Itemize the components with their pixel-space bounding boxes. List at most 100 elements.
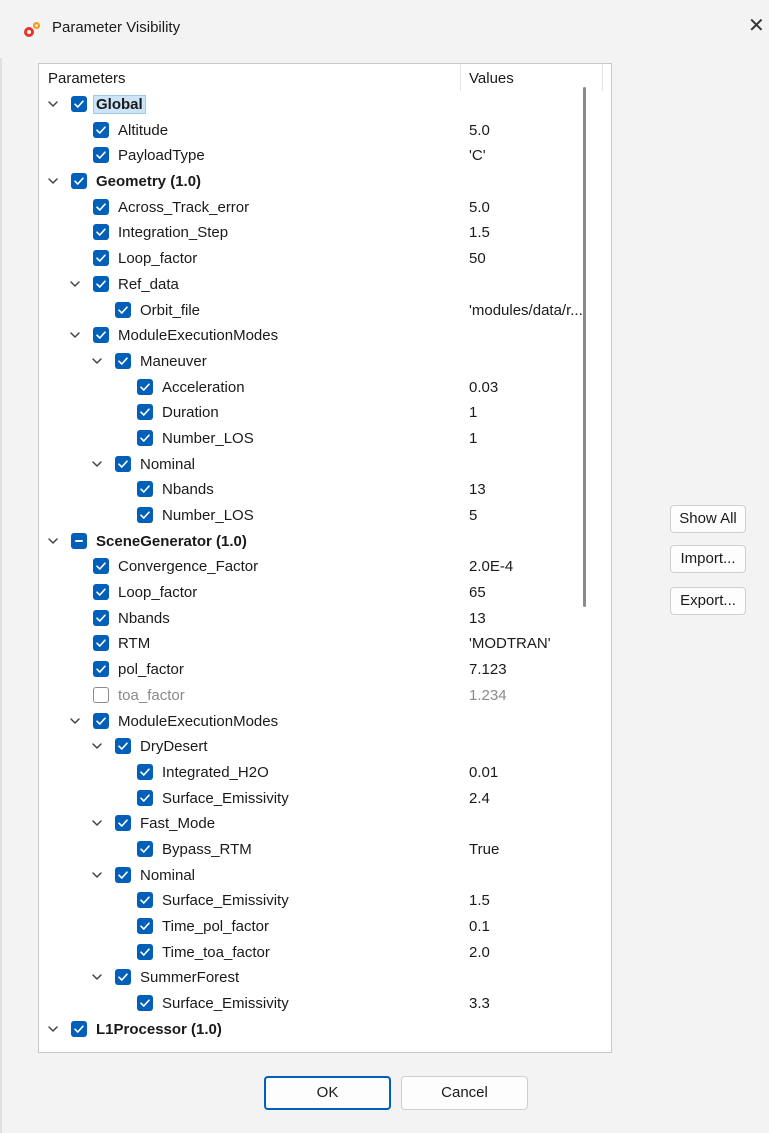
chevron-down-icon[interactable] bbox=[90, 739, 104, 753]
chevron-down-icon[interactable] bbox=[68, 328, 82, 342]
visibility-checkbox[interactable] bbox=[71, 532, 87, 549]
tree-row[interactable]: Fast_Mode bbox=[39, 811, 611, 837]
visibility-checkbox[interactable] bbox=[137, 378, 153, 395]
visibility-checkbox[interactable] bbox=[115, 455, 131, 472]
visibility-checkbox[interactable] bbox=[93, 661, 109, 678]
visibility-checkbox[interactable] bbox=[93, 609, 109, 626]
visibility-checkbox[interactable] bbox=[137, 995, 153, 1012]
tree-row[interactable]: toa_factor 1.234 bbox=[39, 683, 611, 709]
visibility-checkbox[interactable] bbox=[71, 96, 87, 112]
tree-row[interactable]: PayloadType 'C' bbox=[39, 143, 611, 169]
visibility-checkbox[interactable] bbox=[115, 815, 131, 832]
tree-row[interactable]: Surface_Emissivity 1.5 bbox=[39, 888, 611, 914]
visibility-checkbox[interactable] bbox=[137, 763, 153, 780]
visibility-checkbox[interactable] bbox=[93, 275, 109, 292]
visibility-checkbox[interactable] bbox=[93, 198, 109, 215]
tree-row[interactable]: Altitude 5.0 bbox=[39, 118, 611, 144]
tree-row[interactable]: pol_factor 7.123 bbox=[39, 657, 611, 683]
ok-button[interactable]: OK bbox=[264, 1076, 391, 1110]
chevron-down-icon[interactable] bbox=[46, 534, 60, 548]
tree-row[interactable]: Nbands 13 bbox=[39, 477, 611, 503]
tree-row[interactable]: ModuleExecutionModes bbox=[39, 323, 611, 349]
visibility-checkbox[interactable] bbox=[137, 429, 153, 446]
visibility-checkbox[interactable] bbox=[93, 712, 109, 729]
tree-row[interactable]: Global bbox=[39, 92, 611, 118]
tree-row[interactable]: Time_pol_factor 0.1 bbox=[39, 914, 611, 940]
visibility-checkbox[interactable] bbox=[93, 250, 109, 267]
visibility-checkbox[interactable] bbox=[137, 892, 153, 909]
tree-row[interactable]: Surface_Emissivity 2.4 bbox=[39, 786, 611, 812]
visibility-checkbox[interactable] bbox=[137, 481, 153, 498]
cancel-button[interactable]: Cancel bbox=[401, 1076, 528, 1110]
tree-row[interactable]: L1Processor (1.0) bbox=[39, 1017, 611, 1043]
tree-row[interactable]: Number_LOS 1 bbox=[39, 426, 611, 452]
tree-row[interactable]: Time_toa_factor 2.0 bbox=[39, 940, 611, 966]
visibility-checkbox[interactable] bbox=[71, 173, 87, 190]
visibility-checkbox[interactable] bbox=[93, 147, 109, 164]
visibility-checkbox[interactable] bbox=[93, 635, 109, 652]
visibility-checkbox[interactable] bbox=[137, 404, 153, 421]
close-icon[interactable]: ✕ bbox=[748, 16, 765, 36]
tree-row[interactable]: Integrated_H2O 0.01 bbox=[39, 760, 611, 786]
visibility-checkbox[interactable] bbox=[115, 352, 131, 369]
tree-row[interactable]: Loop_factor 65 bbox=[39, 580, 611, 606]
tree-row[interactable]: Number_LOS 5 bbox=[39, 503, 611, 529]
tree-row[interactable]: Nominal bbox=[39, 863, 611, 889]
column-divider[interactable] bbox=[460, 64, 461, 91]
tree-row[interactable]: Ref_data bbox=[39, 272, 611, 298]
chevron-down-icon[interactable] bbox=[46, 174, 60, 188]
visibility-checkbox[interactable] bbox=[115, 969, 131, 986]
tree-row[interactable]: Nominal bbox=[39, 452, 611, 478]
tree-row[interactable]: SceneGenerator (1.0) bbox=[39, 529, 611, 555]
chevron-down-icon[interactable] bbox=[90, 816, 104, 830]
visibility-checkbox[interactable] bbox=[137, 840, 153, 857]
tree-row[interactable]: Across_Track_error 5.0 bbox=[39, 195, 611, 221]
visibility-checkbox[interactable] bbox=[93, 584, 109, 601]
tree-row[interactable]: Acceleration 0.03 bbox=[39, 375, 611, 401]
chevron-down-icon[interactable] bbox=[90, 970, 104, 984]
parameter-tree[interactable]: Parameters Values Global Altitude 5.0 Paylo… bbox=[38, 63, 612, 1053]
visibility-checkbox[interactable] bbox=[93, 121, 109, 138]
visibility-checkbox[interactable] bbox=[93, 224, 109, 241]
chevron-down-icon[interactable] bbox=[90, 868, 104, 882]
chevron-down-icon[interactable] bbox=[68, 714, 82, 728]
tree-row[interactable]: Surface_Emissivity 3.3 bbox=[39, 991, 611, 1017]
tree-row[interactable]: Nbands 13 bbox=[39, 606, 611, 632]
tree-scrollbar-thumb[interactable] bbox=[583, 87, 586, 607]
visibility-checkbox[interactable] bbox=[93, 686, 109, 703]
tree-row[interactable]: Duration 1 bbox=[39, 400, 611, 426]
show-all-button[interactable]: Show All bbox=[670, 505, 746, 533]
visibility-checkbox[interactable] bbox=[115, 866, 131, 883]
tree-row[interactable]: Geometry (1.0) bbox=[39, 169, 611, 195]
visibility-checkbox[interactable] bbox=[137, 918, 153, 934]
chevron-down-icon[interactable] bbox=[68, 277, 82, 291]
tree-row[interactable]: DryDesert bbox=[39, 734, 611, 760]
column-header-parameters[interactable]: Parameters bbox=[48, 70, 126, 87]
tree-row[interactable]: Maneuver bbox=[39, 349, 611, 375]
chevron-down-icon[interactable] bbox=[90, 354, 104, 368]
import-button[interactable]: Import... bbox=[670, 545, 746, 573]
visibility-checkbox[interactable] bbox=[93, 327, 109, 344]
tree-row[interactable]: Integration_Step 1.5 bbox=[39, 220, 611, 246]
tree-row[interactable]: Loop_factor 50 bbox=[39, 246, 611, 272]
tree-row[interactable]: RTM 'MODTRAN' bbox=[39, 631, 611, 657]
column-header-values[interactable]: Values bbox=[469, 70, 514, 87]
visibility-checkbox[interactable] bbox=[93, 558, 109, 575]
chevron-down-icon[interactable] bbox=[46, 1022, 60, 1036]
visibility-checkbox[interactable] bbox=[137, 789, 153, 806]
tree-row[interactable]: Convergence_Factor 2.0E-4 bbox=[39, 554, 611, 580]
visibility-checkbox[interactable] bbox=[115, 301, 131, 318]
tree-row[interactable]: ModuleExecutionModes bbox=[39, 709, 611, 735]
column-divider[interactable] bbox=[602, 64, 603, 91]
tree-row[interactable]: Bypass_RTM True bbox=[39, 837, 611, 863]
visibility-checkbox[interactable] bbox=[71, 1020, 87, 1037]
window-left-edge bbox=[0, 58, 2, 1133]
visibility-checkbox[interactable] bbox=[137, 507, 153, 523]
tree-row[interactable]: Orbit_file 'modules/data/r... bbox=[39, 298, 611, 324]
export-button[interactable]: Export... bbox=[670, 587, 746, 615]
chevron-down-icon[interactable] bbox=[46, 97, 60, 111]
chevron-down-icon[interactable] bbox=[90, 457, 104, 471]
visibility-checkbox[interactable] bbox=[137, 943, 153, 960]
tree-row[interactable]: SummerForest bbox=[39, 965, 611, 991]
visibility-checkbox[interactable] bbox=[115, 738, 131, 755]
